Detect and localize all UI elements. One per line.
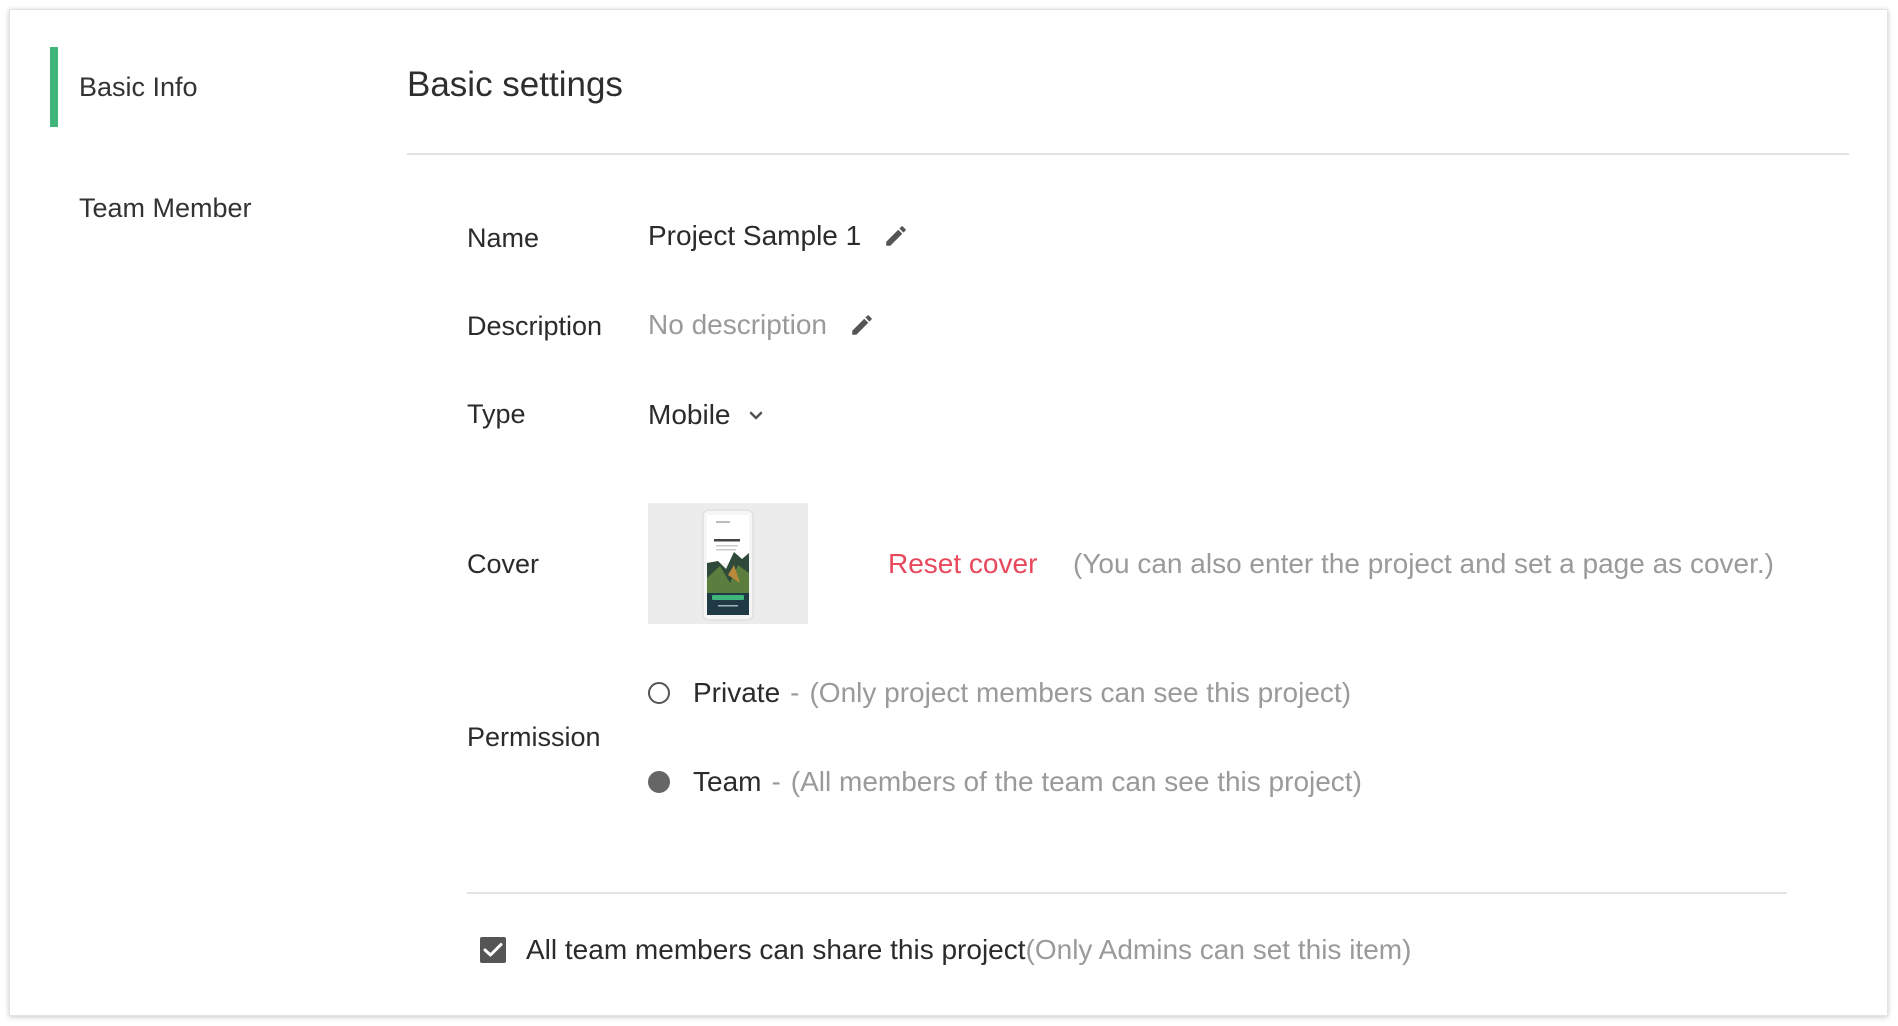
divider xyxy=(407,153,1849,155)
permission-option-private[interactable]: Private - (Only project members can see … xyxy=(648,677,1351,709)
radio-description: (All members of the team can see this pr… xyxy=(790,766,1362,797)
checkmark-icon xyxy=(483,943,503,957)
phone-mockup-image xyxy=(702,509,754,621)
pencil-icon[interactable] xyxy=(883,223,909,249)
sidebar-item-team-member[interactable]: Team Member xyxy=(10,168,340,248)
name-value: Project Sample 1 xyxy=(648,220,862,251)
share-setting-row: All team members can share this project … xyxy=(480,934,1411,966)
permission-label: Permission xyxy=(467,722,601,752)
radio-button[interactable] xyxy=(648,682,670,704)
share-checkbox[interactable] xyxy=(480,937,506,963)
page-title: Basic settings xyxy=(407,65,623,104)
settings-panel: Basic Info Team Member Basic settings Na… xyxy=(9,9,1888,1016)
description-label: Description xyxy=(467,311,603,341)
sidebar-item-basic-info[interactable]: Basic Info xyxy=(10,47,340,127)
sidebar-item-label: Team Member xyxy=(79,192,252,223)
reset-cover-link[interactable]: Reset cover xyxy=(888,548,1037,580)
radio-label: Private xyxy=(693,677,781,708)
sidebar-item-label: Basic Info xyxy=(79,71,198,102)
cover-thumbnail[interactable] xyxy=(648,503,808,624)
radio-description: (Only project members can see this proje… xyxy=(809,677,1352,708)
cover-hint: (You can also enter the project and set … xyxy=(1073,548,1774,579)
description-value-group: No description xyxy=(648,309,875,341)
pencil-icon[interactable] xyxy=(849,312,875,338)
radio-separator: - xyxy=(771,766,781,797)
active-indicator xyxy=(50,47,58,127)
radio-separator: - xyxy=(790,677,800,708)
type-label: Type xyxy=(467,399,526,429)
share-note: (Only Admins can set this item) xyxy=(1025,934,1412,965)
permission-option-team[interactable]: Team - (All members of the team can see … xyxy=(648,766,1362,798)
type-value: Mobile xyxy=(648,399,731,430)
chevron-down-icon xyxy=(748,409,764,421)
cover-label: Cover xyxy=(467,549,540,579)
share-label: All team members can share this project xyxy=(526,934,1026,965)
radio-label: Team xyxy=(693,766,762,797)
name-label: Name xyxy=(467,223,540,253)
type-select[interactable]: Mobile xyxy=(648,399,764,431)
description-placeholder: No description xyxy=(648,309,827,340)
radio-button-selected[interactable] xyxy=(648,771,670,793)
name-value-group: Project Sample 1 xyxy=(648,220,909,252)
divider xyxy=(467,892,1787,894)
